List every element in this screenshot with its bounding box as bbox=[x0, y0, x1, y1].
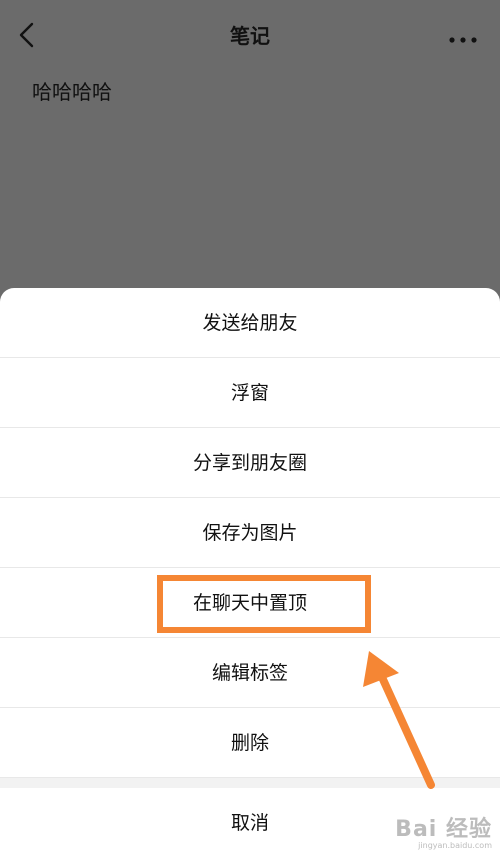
arrow-annotation-icon bbox=[363, 651, 435, 789]
highlight-annotation bbox=[157, 575, 371, 633]
note-content: 哈哈哈哈 bbox=[32, 80, 112, 104]
navbar: 笔记 bbox=[0, 0, 500, 70]
watermark: Bai 经验 jingyan.baidu.com bbox=[395, 811, 492, 850]
page-title: 笔记 bbox=[230, 24, 270, 48]
send-to-friend-option[interactable]: 发送给朋友 bbox=[0, 288, 500, 358]
share-to-moments-option[interactable]: 分享到朋友圈 bbox=[0, 428, 500, 498]
watermark-logo: Bai 经验 bbox=[395, 817, 492, 842]
more-button[interactable] bbox=[448, 30, 478, 43]
floating-window-option[interactable]: 浮窗 bbox=[0, 358, 500, 428]
screen: 笔记 哈哈哈哈 发送给朋友 浮窗 分享到朋友圈 保存为图片 在聊天中置顶 编辑标… bbox=[0, 0, 500, 860]
ellipsis-icon bbox=[449, 37, 477, 43]
save-as-image-option[interactable]: 保存为图片 bbox=[0, 498, 500, 568]
